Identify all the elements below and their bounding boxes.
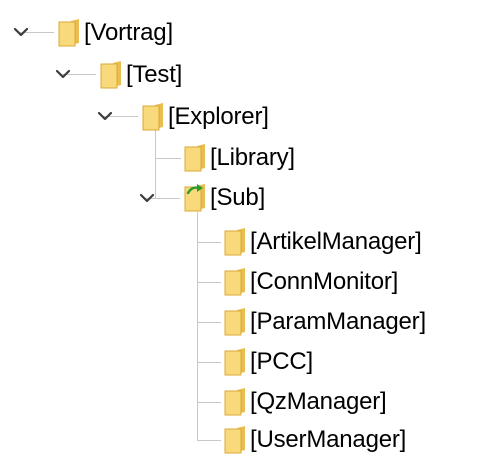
folder-icon bbox=[224, 228, 246, 256]
tree-item-test[interactable]: [Test] bbox=[100, 55, 182, 95]
tree-item-vortrag[interactable]: [Vortrag] bbox=[58, 13, 173, 53]
tree-item-label: [Vortrag] bbox=[84, 19, 173, 46]
folder-icon bbox=[142, 103, 164, 131]
folder-tree: [Vortrag] [Test] [Explorer] [Library] [S… bbox=[0, 0, 483, 462]
chevron-down-icon[interactable] bbox=[12, 23, 30, 41]
tree-item-sub[interactable]: [Sub] bbox=[184, 178, 265, 218]
tree-item-connmonitor[interactable]: [ConnMonitor] bbox=[224, 262, 398, 302]
tree-guide bbox=[197, 402, 221, 403]
tree-item-explorer[interactable]: [Explorer] bbox=[142, 97, 269, 137]
folder-icon bbox=[224, 308, 246, 336]
tree-item-label: [QzManager] bbox=[250, 388, 387, 415]
folder-icon bbox=[100, 61, 122, 89]
tree-item-parammanager[interactable]: [ParamManager] bbox=[224, 302, 426, 342]
folder-icon bbox=[184, 144, 206, 172]
tree-guide bbox=[197, 440, 221, 441]
tree-item-label: [Sub] bbox=[210, 184, 266, 211]
folder-icon bbox=[224, 348, 246, 376]
tree-item-label: [PCC] bbox=[250, 348, 314, 375]
tree-guide bbox=[155, 128, 156, 198]
tree-item-usermanager[interactable]: [UserManager] bbox=[224, 420, 406, 460]
tree-item-label: [Explorer] bbox=[168, 103, 269, 130]
tree-item-label: [UserManager] bbox=[250, 426, 407, 453]
tree-guide bbox=[197, 282, 221, 283]
tree-item-pcc[interactable]: [PCC] bbox=[224, 342, 313, 382]
tree-item-label: [ParamManager] bbox=[250, 308, 426, 335]
tree-item-artikelmanager[interactable]: [ArtikelManager] bbox=[224, 222, 422, 262]
tree-guide bbox=[197, 212, 198, 440]
folder-icon bbox=[58, 19, 80, 47]
chevron-down-icon[interactable] bbox=[54, 65, 72, 83]
shared-folder-icon bbox=[184, 184, 206, 212]
tree-guide bbox=[155, 158, 181, 159]
tree-item-label: [ConnMonitor] bbox=[250, 268, 399, 295]
tree-item-label: [ArtikelManager] bbox=[250, 228, 422, 255]
tree-item-label: [Library] bbox=[210, 144, 295, 171]
tree-item-qzmanager[interactable]: [QzManager] bbox=[224, 382, 387, 422]
folder-icon bbox=[224, 426, 246, 454]
folder-icon bbox=[224, 268, 246, 296]
tree-guide bbox=[197, 322, 221, 323]
tree-guide bbox=[197, 242, 221, 243]
tree-item-library[interactable]: [Library] bbox=[184, 138, 295, 178]
chevron-down-icon[interactable] bbox=[96, 107, 114, 125]
tree-item-label: [Test] bbox=[126, 61, 183, 88]
tree-guide bbox=[197, 362, 221, 363]
folder-icon bbox=[224, 388, 246, 416]
chevron-down-icon[interactable] bbox=[138, 189, 156, 207]
